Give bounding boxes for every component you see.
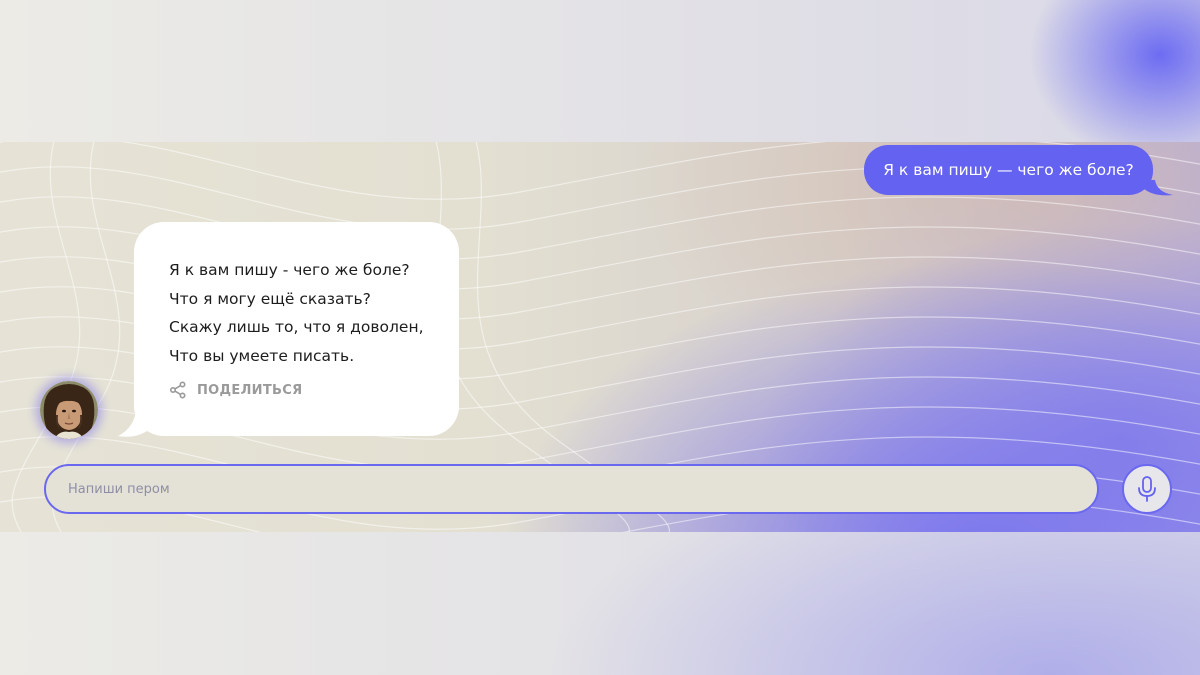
- share-button[interactable]: ПОДЕЛИТЬСЯ: [169, 381, 302, 399]
- bot-message-line: Что я могу ещё сказать?: [169, 289, 371, 308]
- microphone-icon: [1138, 476, 1156, 502]
- share-icon: [169, 381, 186, 399]
- user-bubble-tail: [1143, 180, 1173, 196]
- microphone-button[interactable]: [1122, 464, 1172, 514]
- user-message-bubble: Я к вам пишу — чего же боле?: [864, 145, 1153, 195]
- bot-message-line: Скажу лишь то, что я доволен,: [169, 318, 424, 336]
- bot-message-line: Что вы умеете писать.: [169, 346, 355, 365]
- share-label: ПОДЕЛИТЬСЯ: [197, 382, 303, 398]
- message-input[interactable]: [44, 464, 1099, 514]
- bot-message-line: Я к вам пишу - чего же боле?: [169, 261, 410, 279]
- bot-message-bubble: Я к вам пишу - чего же боле? Что я могу …: [134, 222, 459, 436]
- bot-avatar: [40, 381, 98, 439]
